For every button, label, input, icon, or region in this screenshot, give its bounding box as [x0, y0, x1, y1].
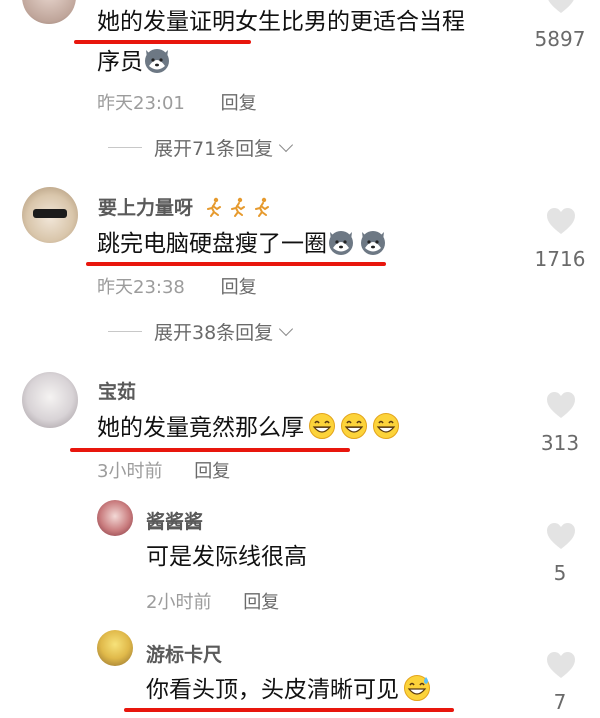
reply-text: 你看头顶，头皮清晰可见 [146, 674, 431, 706]
like-count: 5897 [534, 27, 586, 51]
grin-emoji [372, 412, 400, 440]
username-label: 宝茹 [98, 381, 137, 403]
runner-emoji [252, 197, 272, 217]
comment-text: 跳完电脑硬盘瘦了一圈 [97, 228, 387, 260]
reply-button[interactable]: 回复 [221, 277, 257, 298]
username-label: 酱酱酱 [146, 511, 204, 533]
comment-username[interactable]: 宝茹 [98, 377, 136, 404]
comment-meta: 3小时前 回复 [97, 457, 230, 483]
comment-text-line2: 序员 [97, 49, 143, 75]
heart-icon[interactable] [546, 651, 576, 679]
comment-meta: 昨天23:01 回复 [97, 89, 257, 115]
avatar[interactable] [22, 187, 78, 243]
red-underline [124, 708, 454, 712]
like-count: 313 [540, 431, 580, 455]
comment-text-label: 跳完电脑硬盘瘦了一圈 [97, 231, 327, 257]
comment-text: 她的发量证明女生比男的更适合当程 [97, 6, 465, 38]
comment-meta: 昨天23:38 回复 [97, 273, 257, 299]
husky-emoji [359, 228, 387, 256]
chevron-down-icon [279, 321, 294, 336]
avatar[interactable] [22, 0, 76, 24]
comment-time: 3小时前 [97, 461, 163, 482]
like-count: 5 [553, 561, 567, 585]
runner-emoji [228, 197, 248, 217]
reply-text-label: 你看头顶，头皮清晰可见 [146, 677, 399, 703]
reply-username[interactable]: 游标卡尺 [146, 640, 222, 667]
heart-icon[interactable] [546, 207, 576, 235]
avatar[interactable] [22, 372, 78, 428]
reply-button[interactable]: 回复 [243, 592, 279, 613]
divider [108, 147, 142, 148]
chevron-down-icon [279, 137, 294, 152]
red-underline [70, 448, 350, 452]
husky-emoji [327, 228, 355, 256]
grin-emoji [308, 412, 336, 440]
reply-meta: 2小时前 回复 [146, 588, 279, 614]
comment-username[interactable]: 要上力量呀 [98, 193, 272, 220]
comment-time: 昨天23:01 [97, 93, 185, 114]
username-label: 要上力量呀 [98, 197, 194, 219]
divider [108, 331, 142, 332]
avatar[interactable] [97, 500, 133, 536]
expand-replies-label: 展开38条回复 [154, 322, 274, 344]
husky-emoji [143, 46, 171, 74]
red-underline [86, 262, 386, 266]
heart-icon[interactable] [546, 391, 576, 419]
reply-text: 可是发际线很高 [146, 541, 307, 573]
comment-time: 昨天23:38 [97, 277, 185, 298]
reply-text-label: 可是发际线很高 [146, 544, 307, 570]
heart-icon[interactable] [546, 0, 576, 14]
red-underline [74, 40, 251, 44]
expand-replies-label: 展开71条回复 [154, 138, 274, 160]
reply-time: 2小时前 [146, 592, 212, 613]
reply-username[interactable]: 酱酱酱 [146, 507, 203, 534]
reply-button[interactable]: 回复 [194, 461, 230, 482]
heart-icon[interactable] [546, 522, 576, 550]
expand-replies-button[interactable]: 展开71条回复 [108, 134, 294, 161]
like-count: 1716 [534, 247, 586, 271]
comment-text: 序员 [97, 46, 171, 78]
sunglasses-icon [33, 209, 67, 218]
runner-emoji [204, 197, 224, 217]
sweat-smile-emoji [403, 674, 431, 702]
avatar[interactable] [97, 630, 133, 666]
comment-text: 她的发量竟然那么厚 [97, 412, 400, 444]
reply-button[interactable]: 回复 [221, 93, 257, 114]
comment-text-line1: 她的发量证明女生比男的更适合当程 [97, 9, 465, 35]
comment-text-label: 她的发量竟然那么厚 [97, 415, 304, 441]
like-count: 7 [553, 690, 567, 714]
grin-emoji [340, 412, 368, 440]
username-label: 游标卡尺 [146, 644, 223, 666]
expand-replies-button[interactable]: 展开38条回复 [108, 318, 294, 345]
